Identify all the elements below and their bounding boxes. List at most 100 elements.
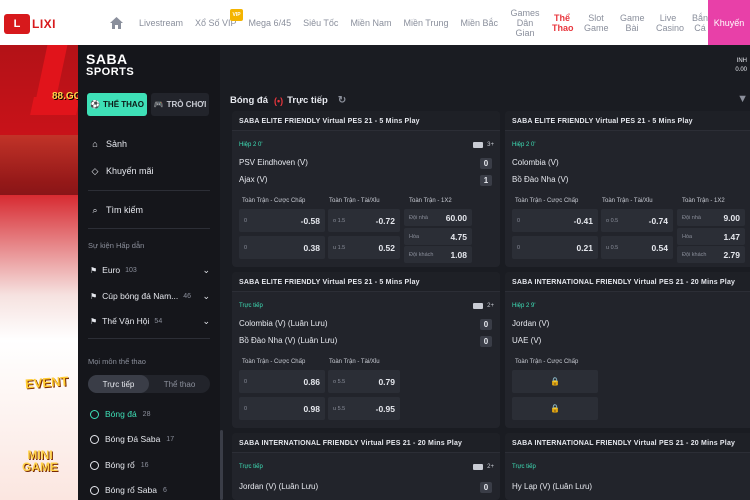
sports-sidebar: SABA SPORTS ⚽ THỂ THAO 🎮 TRÒ CHƠI ⌂ Sảnh ◇ K… [78, 45, 220, 500]
home-team: Hy Lạp (V) (Luân Lưu) [512, 482, 593, 491]
tab-sports[interactable]: ⚽ THỂ THAO [87, 93, 147, 116]
home-team: Jordan (V) [512, 319, 550, 328]
more-markets-badge[interactable]: 2+ [487, 464, 494, 470]
divider [88, 228, 210, 229]
odds-line: o 5.5 [333, 378, 346, 385]
toggle-prematch[interactable]: Thể thao [149, 375, 210, 393]
soccer-ball-icon: ⚽ [90, 100, 101, 109]
sidebar-scrollbar[interactable] [220, 430, 223, 500]
odds-value: -0.95 [375, 403, 395, 414]
tv-icon[interactable] [473, 464, 484, 470]
diamond-icon: ◇ [91, 166, 99, 176]
more-markets-badge[interactable]: 3+ [487, 142, 494, 148]
lock-icon: 🔒 [550, 404, 560, 413]
league-title: SABA ELITE FRIENDLY Virtual PES 21 - 5 M… [232, 111, 500, 131]
odds-line: Đội khách [409, 251, 434, 258]
odds-value: 1.08 [450, 249, 467, 260]
away-team: Ajax (V) [239, 175, 268, 184]
sidebar-item-search[interactable]: ⌕ Tìm kiếm [90, 205, 143, 215]
featured-count: 46 [183, 292, 192, 300]
toggle-live[interactable]: Trực tiếp [88, 375, 149, 393]
sport-label: Bóng đá [105, 409, 137, 419]
sport-item-saba-soccer[interactable]: Bóng Đá Saba 17 [90, 432, 174, 446]
odds-cell[interactable]: Đội khách 1.08 [404, 246, 472, 263]
sidebar-item-lobby[interactable]: ⌂ Sảnh [90, 139, 127, 149]
odds-cell[interactable]: 0 0.21 [512, 236, 598, 259]
nav-slot-game[interactable]: Slot Game [578, 13, 614, 33]
tab-games[interactable]: 🎮 TRÒ CHƠI [151, 93, 209, 116]
saba-sports-logo[interactable]: SABA SPORTS [86, 52, 134, 79]
sidebar-item-label: Tìm kiếm [106, 205, 143, 215]
odds-line: 0 [244, 217, 248, 224]
match-media[interactable]: 3+ [473, 142, 494, 148]
odds-cell[interactable]: o 5.5 0.79 [328, 370, 400, 393]
odds-cell[interactable]: o 1.5 -0.72 [328, 209, 400, 232]
event-badge[interactable]: EVENT [25, 374, 69, 392]
filter-icon[interactable]: ▼ [737, 93, 748, 105]
account-balance[interactable]: INH 0.00 [735, 57, 747, 75]
odds-line: Đội nhà [682, 214, 701, 221]
balance-value: 0.00 [735, 67, 747, 73]
odds-cell[interactable]: u 5.5 -0.95 [328, 397, 400, 420]
featured-label: Euro [102, 265, 121, 275]
odds-cell[interactable]: u 0.5 0.54 [601, 236, 673, 259]
nav-mien-nam[interactable]: Miền Nam [344, 18, 397, 28]
odds-cell[interactable]: 0 0.86 [239, 370, 325, 393]
top-navigation: L LIXI Livestream Xổ Số VIP VIP Mega 6/45… [0, 0, 750, 45]
refresh-icon[interactable]: ↻ [338, 95, 346, 106]
market-ou-header: Toàn Trận - Tài/Xỉu [329, 359, 380, 365]
sidebar-item-label: Khuyến mãi [106, 166, 154, 176]
nav-game-bai[interactable]: Game Bài [614, 13, 650, 33]
match-media[interactable]: 2+ [473, 464, 494, 470]
odds-line: o 0.5 [606, 217, 619, 224]
nav-the-thao[interactable]: Thể Thao [546, 13, 578, 33]
more-markets-badge[interactable]: 2+ [487, 303, 494, 309]
side-promo-banner[interactable]: 88.GG EVENT MINI GAME [0, 45, 78, 500]
odds-cell[interactable]: Hòa 4.75 [404, 228, 472, 245]
odds-cell[interactable]: 0 -0.58 [239, 209, 325, 232]
sport-item-soccer[interactable]: Bóng đá 28 [90, 407, 150, 421]
odds-value: 0.54 [651, 242, 668, 253]
tab-games-label: TRÒ CHƠI [166, 100, 207, 109]
chevron-down-icon[interactable]: ⌄ [202, 265, 210, 276]
trophy-icon: ⚑ [90, 316, 98, 326]
match-media[interactable]: 2+ [473, 303, 494, 309]
tv-icon[interactable] [473, 142, 484, 148]
odds-cell[interactable]: o 0.5 -0.74 [601, 209, 673, 232]
odds-cell[interactable]: 0 -0.41 [512, 209, 598, 232]
sidebar-item-promotions[interactable]: ◇ Khuyến mãi [90, 166, 154, 176]
odds-cell[interactable]: Đội nhà 60.00 [404, 209, 472, 226]
home-icon[interactable] [105, 0, 127, 45]
chevron-down-icon[interactable]: ⌄ [202, 291, 210, 302]
featured-item-euro[interactable]: ⚑ Euro 103 ⌄ [90, 263, 210, 277]
odds-line: Đội nhà [409, 214, 428, 221]
sport-item-basketball[interactable]: Bóng rổ 16 [90, 458, 149, 472]
nav-mega[interactable]: Mega 6/45 [243, 18, 298, 28]
sport-item-saba-basketball[interactable]: Bóng rổ Saba 6 [90, 483, 167, 497]
nav-mien-trung[interactable]: Miền Trung [397, 18, 454, 28]
nav-live-casino[interactable]: Live Casino [650, 13, 686, 33]
odds-line: 0 [244, 378, 248, 385]
nav-games-dan-gian[interactable]: Games Dân Gian [504, 8, 546, 38]
nav-sieu-toc[interactable]: Siêu Tốc [297, 18, 344, 28]
odds-cell[interactable]: u 1.5 0.52 [328, 236, 400, 259]
odds-cell[interactable]: Hòa 1.47 [677, 228, 745, 245]
live-label[interactable]: Trực tiếp [287, 95, 328, 106]
site-logo[interactable]: L LIXI [4, 14, 56, 34]
nav-livestream[interactable]: Livestream [133, 18, 189, 28]
odds-cell[interactable]: Đội nhà 9.00 [677, 209, 745, 226]
odds-value: 0.98 [303, 403, 320, 414]
tv-icon[interactable] [473, 303, 484, 309]
domain-badge: 88.GG [52, 91, 78, 102]
nav-xo-so-vip[interactable]: Xổ Số VIP VIP [189, 8, 243, 28]
odds-cell[interactable]: 0 0.38 [239, 236, 325, 259]
mini-game-badge[interactable]: MINI GAME [22, 449, 58, 473]
featured-item-copa[interactable]: ⚑ Cúp bóng đá Nam... 46 ⌄ [90, 289, 210, 303]
nav-mien-bac[interactable]: Miền Bắc [454, 18, 504, 28]
nav-promotion[interactable]: Khuyến [708, 0, 750, 45]
odds-cell[interactable]: Đội khách 2.79 [677, 246, 745, 263]
odds-cell[interactable]: 0 0.98 [239, 397, 325, 420]
home-score: 0 [480, 158, 492, 169]
featured-item-olympics[interactable]: ⚑ Thế Vận Hội 54 ⌄ [90, 314, 210, 328]
chevron-down-icon[interactable]: ⌄ [202, 316, 210, 327]
